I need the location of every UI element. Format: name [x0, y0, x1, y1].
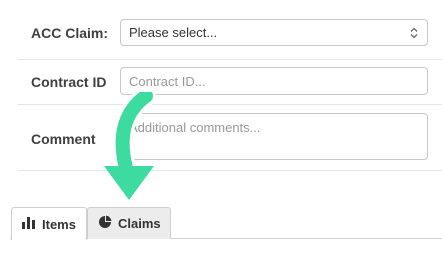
contract-id-input[interactable] — [120, 67, 428, 95]
acc-claim-select[interactable]: Please select... — [120, 19, 428, 46]
tab-claims[interactable]: Claims — [87, 207, 171, 239]
curved-down-arrow-icon — [104, 92, 156, 200]
pie-chart-icon — [98, 215, 112, 232]
contract-id-label: Contract ID — [31, 74, 107, 90]
comment-label: Comment — [31, 131, 96, 147]
tab-items[interactable]: Items — [11, 207, 87, 240]
acc-claim-select-value: Please select... — [129, 25, 218, 40]
tab-items-label: Items — [42, 216, 76, 232]
tab-claims-label: Claims — [118, 216, 161, 231]
comment-textarea[interactable] — [120, 113, 428, 160]
acc-claim-row: ACC Claim: Please select... — [0, 0, 442, 60]
acc-claim-label: ACC Claim: — [31, 25, 109, 41]
bar-chart-icon — [22, 216, 36, 232]
comment-row: Comment — [0, 105, 442, 170]
contract-id-row: Contract ID — [0, 60, 442, 105]
divider — [18, 170, 442, 171]
chevron-up-down-icon — [409, 26, 419, 40]
